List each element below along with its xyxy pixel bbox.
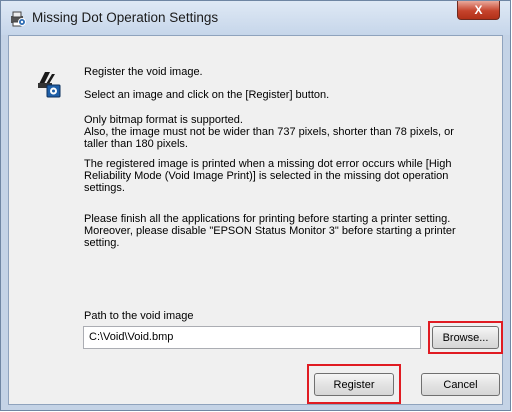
path-input[interactable]: C:\Void\Void.bmp [83,326,421,349]
title-bar[interactable]: Missing Dot Operation Settings X [1,1,510,35]
path-label: Path to the void image [84,310,194,322]
close-icon: X [474,3,483,17]
dialog-body: Register the void image. Select an image… [8,35,503,405]
instruction-text: Select an image and click on the [Regist… [84,89,330,101]
browse-highlight [428,321,503,354]
finish-note: Please finish all the applications for p… [84,213,456,249]
printer-gear-icon [11,11,26,27]
format-note: Only bitmap format is supported. Also, t… [84,114,454,150]
cancel-button[interactable]: Cancel [421,373,500,396]
printed-note: The registered image is printed when a m… [84,158,452,194]
printer-settings-icon [38,72,61,98]
window-title: Missing Dot Operation Settings [32,10,219,25]
register-highlight [307,364,401,404]
dialog-window: Missing Dot Operation Settings X Registe… [0,0,511,411]
close-button[interactable]: X [457,1,500,20]
heading-text: Register the void image. [84,66,203,78]
